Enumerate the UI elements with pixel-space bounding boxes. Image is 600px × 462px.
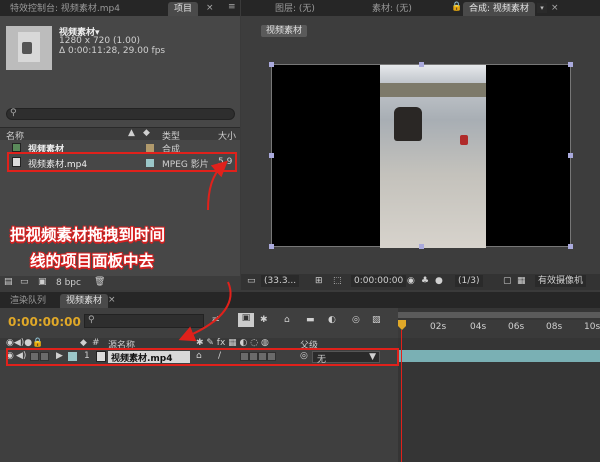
- tab-render-queue[interactable]: 渲染队列: [4, 294, 52, 308]
- work-area-bar[interactable]: [398, 312, 600, 318]
- col-type[interactable]: 类型: [162, 129, 180, 142]
- graph-editor-icon[interactable]: ◎: [352, 315, 360, 325]
- timeline-area[interactable]: 02s 04s 06s 08s 10s: [398, 308, 600, 462]
- annotation-line-1: 把视频素材拖拽到时间: [10, 226, 166, 244]
- timeline-search-input[interactable]: ⚲: [84, 314, 204, 328]
- tab-footage[interactable]: 素材: (无): [366, 2, 418, 16]
- interpret-footage-icon[interactable]: ▤: [4, 277, 13, 287]
- thumb-resolution: 1280 x 720 (1.00): [59, 36, 141, 46]
- hide-shy-icon[interactable]: ⌂: [284, 315, 290, 325]
- comp-dropdown-icon[interactable]: ▾: [537, 3, 547, 13]
- snapshot-icon[interactable]: ◉: [407, 276, 415, 286]
- close-icon[interactable]: ×: [108, 295, 116, 305]
- new-comp-icon[interactable]: ▣: [38, 277, 47, 287]
- camera-dropdown[interactable]: 有效摄像机: [535, 275, 587, 287]
- buffalo: [394, 107, 422, 141]
- close-icon[interactable]: ×: [551, 3, 559, 13]
- video-frame: [380, 65, 486, 248]
- ruler-label: 08s: [546, 322, 563, 332]
- right-tabbar: 图层: (无) 素材: (无) 🔒 合成: 视频素材 ▾ ×: [241, 0, 600, 16]
- number-col-icon: #: [92, 338, 100, 348]
- left-tabbar: 特效控制台: 视频素材.mp4 项目 × ≡: [0, 0, 240, 16]
- new-folder-icon[interactable]: ▭: [20, 277, 29, 287]
- resolution-dropdown[interactable]: (1/3): [455, 275, 483, 287]
- brainstorm-icon[interactable]: ▧: [372, 315, 381, 325]
- frame-blend-icon[interactable]: ▬: [306, 315, 315, 325]
- trash-icon[interactable]: 🗑: [94, 277, 105, 287]
- tab-timeline-comp[interactable]: 视频素材: [60, 294, 109, 308]
- comp-mini-flowchart-icon[interactable]: ⇄: [212, 315, 220, 325]
- viewer-toolbar: ▭ (33.3... ⊞ ⬚ 0:00:00:00 ◉ ♣ ● (1/3) ▢ …: [241, 274, 600, 290]
- label-icon: ◆: [80, 338, 87, 348]
- timecode[interactable]: 0:00:00:00: [8, 315, 81, 329]
- timeline-panel: 0:00:00:00 ⚲ ⇄ ▣ ✱ ⌂ ▬ ◐ ◎ ▧ ◉◀)●🔒 ◆ # 源…: [0, 308, 600, 462]
- panel-menu-icon[interactable]: ≡: [228, 2, 236, 12]
- tab-layer[interactable]: 图层: (无): [269, 2, 321, 16]
- project-column-header: 名称 ▲ ◆ 类型 大小: [0, 127, 240, 142]
- close-icon[interactable]: ×: [206, 3, 214, 13]
- transparency-grid-icon[interactable]: ▦: [517, 276, 526, 286]
- highlight-box: [6, 348, 399, 366]
- comp-viewer[interactable]: [269, 62, 573, 249]
- ruler-label: 06s: [508, 322, 525, 332]
- roi-icon[interactable]: ▢: [503, 276, 512, 286]
- annotation: 把视频素材拖拽到时间 线的项目面板中去: [10, 222, 240, 274]
- live-update-icon[interactable]: ▣: [238, 313, 254, 327]
- mask-icon[interactable]: ⬚: [333, 276, 342, 286]
- label-color[interactable]: [146, 144, 154, 152]
- bpc-label[interactable]: 8 bpc: [56, 278, 81, 288]
- composition-icon: [12, 143, 21, 152]
- col-size[interactable]: 大小: [218, 129, 236, 142]
- draft-3d-icon[interactable]: ✱: [260, 315, 268, 325]
- annotation-line-2: 线的项目面板中去: [30, 252, 155, 270]
- tab-effect-controls[interactable]: 特效控制台: 视频素材.mp4: [4, 2, 126, 16]
- child: [460, 135, 468, 145]
- ruler-label: 04s: [470, 322, 487, 332]
- always-preview-icon[interactable]: ▭: [247, 276, 256, 286]
- timeline-tabbar: 渲染队列 视频素材 ×: [0, 292, 600, 308]
- col-name[interactable]: 名称: [6, 129, 24, 142]
- ruler-label: 10s: [584, 322, 600, 332]
- playhead-line: [401, 330, 402, 462]
- motion-blur-icon[interactable]: ◐: [328, 315, 336, 325]
- show-snapshot-icon[interactable]: ♣: [421, 276, 429, 286]
- project-search-input[interactable]: ⚲: [6, 108, 235, 120]
- zoom-dropdown[interactable]: (33.3...: [261, 275, 300, 287]
- comp-subtab[interactable]: 视频素材: [261, 25, 308, 37]
- tab-composition[interactable]: 合成: 视频素材: [463, 2, 535, 16]
- project-panel: 视频素材▾ 1280 x 720 (1.00) Δ 0:00:11:28, 29…: [0, 16, 240, 290]
- tab-project[interactable]: 项目: [168, 2, 199, 16]
- thumb-duration: Δ 0:00:11:28, 29.00 fps: [59, 46, 166, 56]
- ruler-label: 02s: [430, 322, 447, 332]
- search-icon: ⚲: [10, 108, 17, 118]
- label-icon: ◆: [143, 128, 150, 138]
- channel-icon[interactable]: ●: [435, 276, 443, 286]
- search-icon: ⚲: [88, 315, 95, 325]
- highlight-box: [7, 152, 237, 172]
- viewer-timecode[interactable]: 0:00:00:00: [351, 275, 407, 287]
- composition-panel: 视频素材 ▭ (33.3... ⊞ ⬚ 0:00:00:00 ◉ ♣ ● (1/…: [241, 16, 600, 290]
- grid-icon[interactable]: ⊞: [315, 276, 323, 286]
- thumbnail: [6, 26, 52, 70]
- av-features-icon: ◉◀)●🔒: [6, 338, 44, 348]
- lock-icon[interactable]: 🔒: [451, 2, 462, 12]
- time-ruler[interactable]: 02s 04s 06s 08s 10s: [398, 320, 600, 338]
- layer-track[interactable]: [398, 350, 600, 362]
- project-toolbar: ▤ ▭ ▣ 8 bpc 🗑: [0, 276, 240, 290]
- sort-icon[interactable]: ▲: [128, 128, 135, 138]
- switches-icon: ✱ ✎ fx ▦ ◐ ◌ ◍: [196, 338, 269, 348]
